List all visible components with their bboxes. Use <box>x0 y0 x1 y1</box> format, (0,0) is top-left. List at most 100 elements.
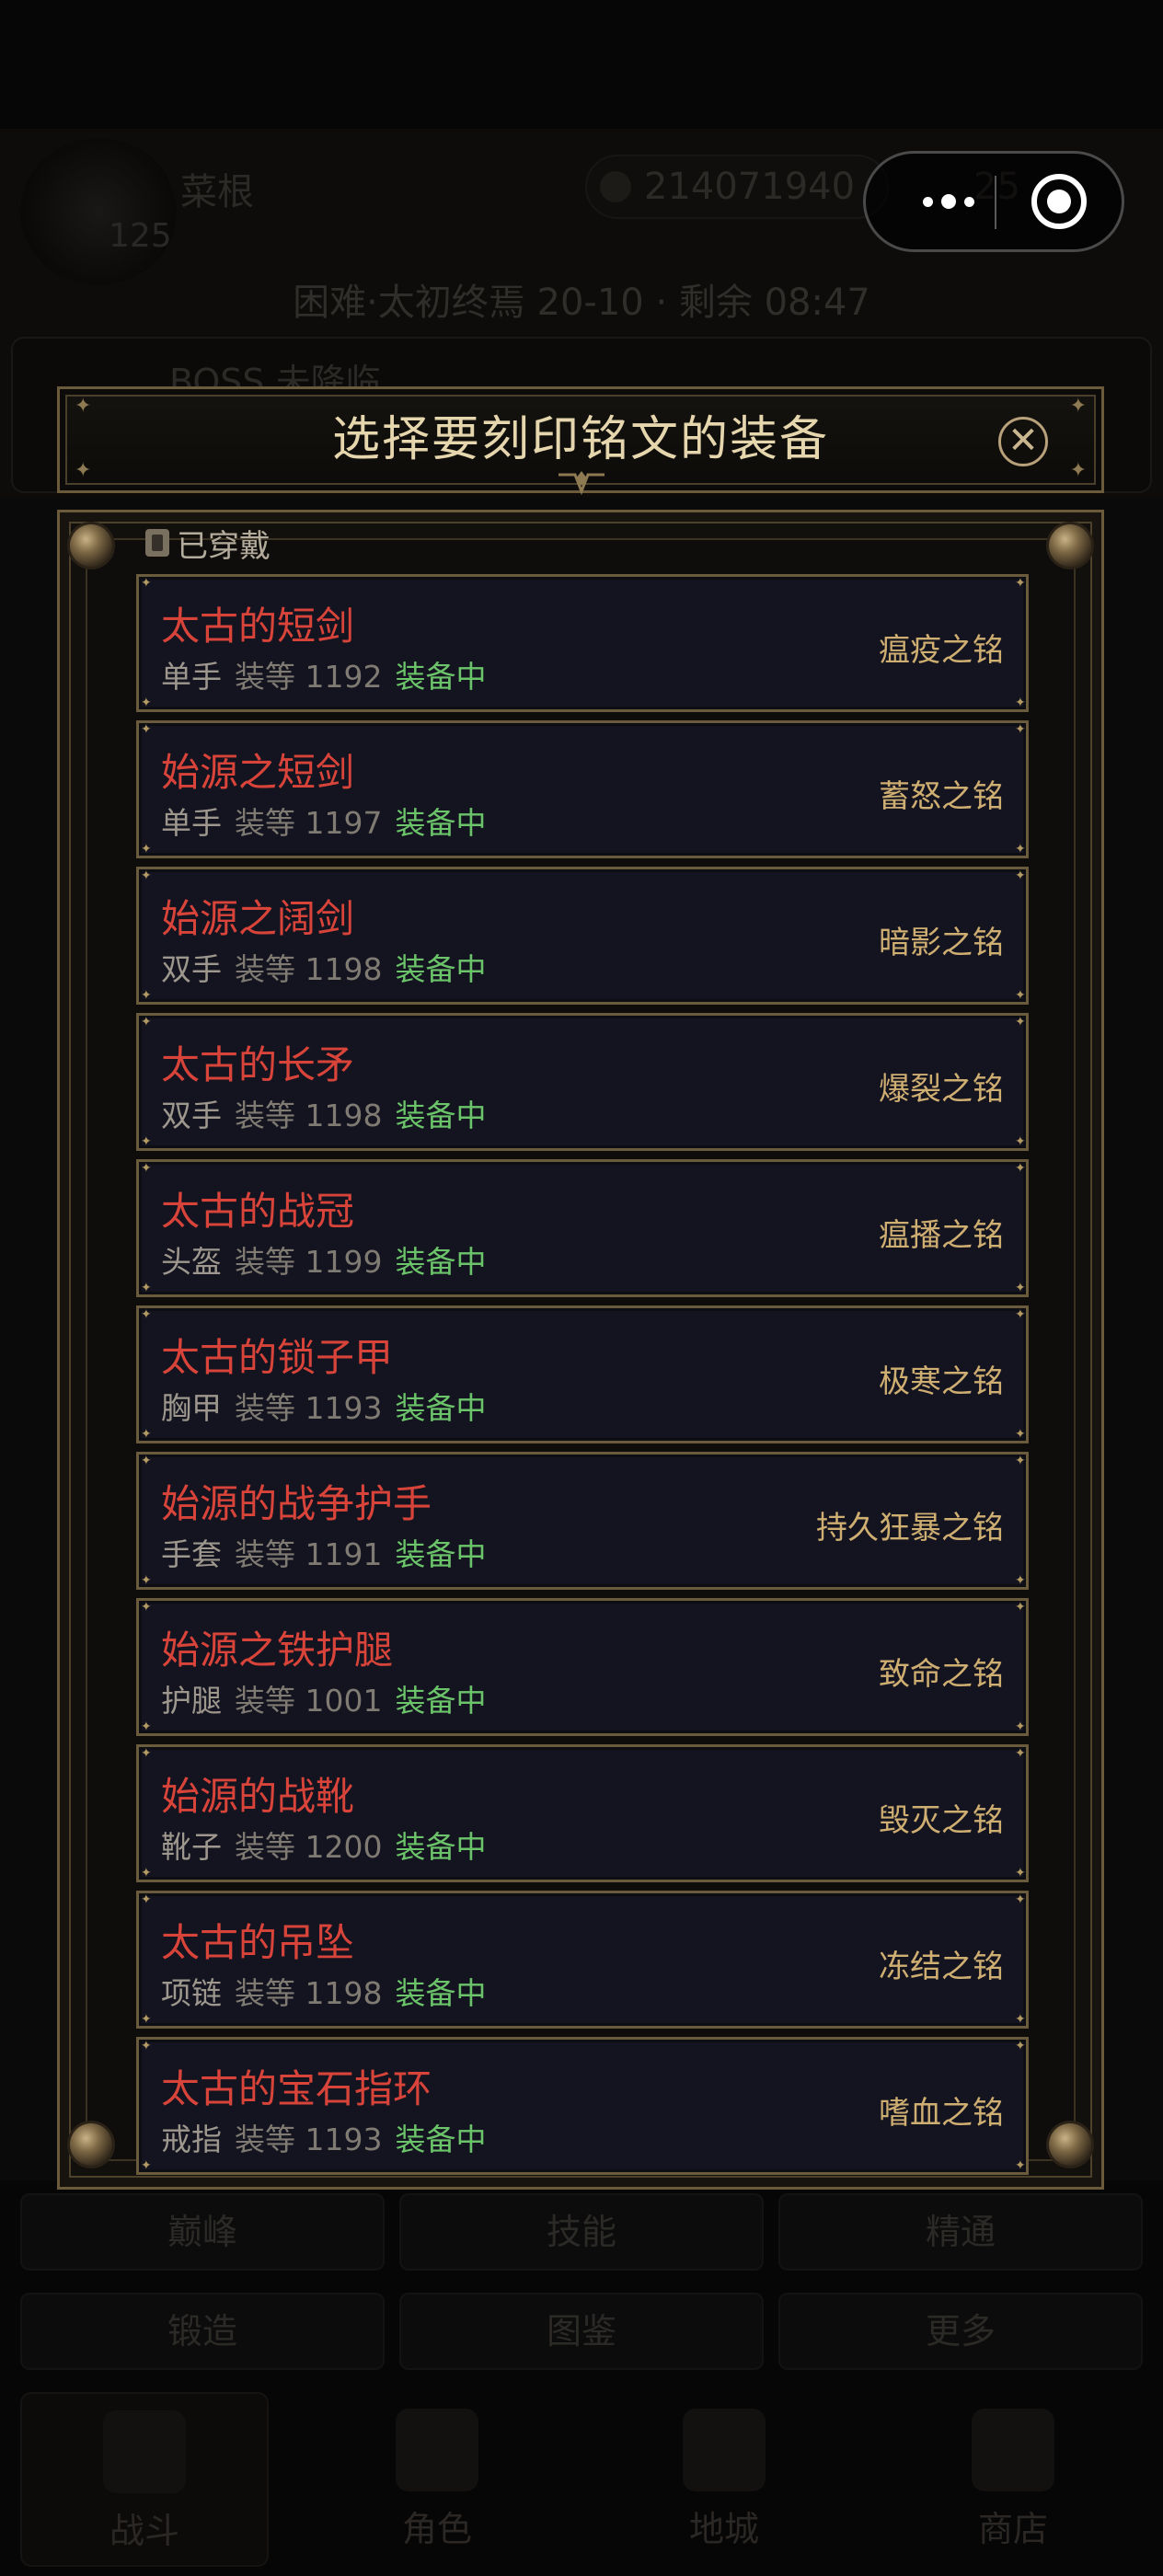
corner-tick-icon: ✦ <box>141 842 152 857</box>
corner-tick-icon: ✦ <box>1015 1746 1026 1761</box>
item-meta: 戒指 装等 1193 装备中 <box>161 2115 486 2159</box>
item-slot: 单手 <box>161 659 222 695</box>
corner-tick-icon: ✦ <box>141 722 152 737</box>
item-level: 装等 1199 <box>235 1244 383 1280</box>
corner-tick-icon: ✦ <box>1015 2039 1026 2053</box>
item-slot: 靴子 <box>161 1829 222 1865</box>
item-slot: 双手 <box>161 1098 222 1133</box>
corner-tick-icon: ✦ <box>1015 1719 1026 1734</box>
corner-tick-icon: ✦ <box>141 1746 152 1761</box>
corner-tick-icon: ✦ <box>141 1307 152 1322</box>
corner-tick-icon: ✦ <box>1015 842 1026 857</box>
item-meta: 双手 装等 1198 装备中 <box>161 1091 486 1135</box>
tab-shop: 商店 <box>889 2392 1137 2567</box>
item-name: 太古的宝石指环 <box>161 2066 432 2111</box>
corner-tick-icon: ✦ <box>1015 1281 1026 1295</box>
corner-ornament-icon: ✦ <box>75 459 92 482</box>
corner-tick-icon: ✦ <box>141 1281 152 1295</box>
corner-tick-icon: ✦ <box>141 1719 152 1734</box>
item-slot: 项链 <box>161 1975 222 2011</box>
game-screen: 菜根 125 214071940 25 困难·太初终焉 20-10 · 剩余 0… <box>0 0 1163 2576</box>
tab-dungeon: 地城 <box>600 2392 848 2567</box>
corner-tick-icon: ✦ <box>141 1573 152 1588</box>
corner-tick-icon: ✦ <box>141 1600 152 1615</box>
corner-tick-icon: ✦ <box>1015 1892 1026 1907</box>
tab-character: 角色 <box>313 2392 561 2567</box>
capsule-divider <box>995 176 996 229</box>
corner-tick-icon: ✦ <box>1015 1015 1026 1029</box>
item-meta: 护腿 装等 1001 装备中 <box>161 1676 486 1720</box>
menu-more-button: 更多 <box>778 2293 1143 2370</box>
equipped-status: 装备中 <box>395 1390 487 1426</box>
corner-tick-icon: ✦ <box>1015 1161 1026 1176</box>
corner-tick-icon: ✦ <box>1015 1573 1026 1588</box>
item-meta: 项链 装等 1198 装备中 <box>161 1969 486 2013</box>
item-name: 始源的战靴 <box>161 1774 355 1819</box>
corner-tick-icon: ✦ <box>141 1454 152 1468</box>
corner-tick-icon: ✦ <box>141 576 152 591</box>
menu-peak-button: 巅峰 <box>20 2193 385 2271</box>
section-title: 已穿戴 <box>177 527 271 565</box>
equipment-list[interactable]: ✦ ✦ ✦ ✦ 太古的短剑 单手 装等 1192 装备中 瘟疫之铭 ✦ ✦ ✦ ✦ … <box>136 574 1029 2190</box>
corner-tick-icon: ✦ <box>1015 1866 1026 1880</box>
equipment-item[interactable]: ✦ ✦ ✦ ✦ 始源的战靴 靴子 装等 1200 装备中 毁灭之铭 <box>136 1744 1029 1882</box>
item-name: 太古的短剑 <box>161 604 355 649</box>
frame-stud <box>1049 524 1091 567</box>
item-inscription: 嗜血之铭 <box>879 2095 1004 2132</box>
corner-tick-icon: ✦ <box>141 988 152 1003</box>
corner-tick-icon: ✦ <box>1015 1454 1026 1468</box>
frame-stud <box>1049 2123 1091 2166</box>
item-slot: 手套 <box>161 1536 222 1572</box>
corner-tick-icon: ✦ <box>141 1892 152 1907</box>
item-meta: 手套 装等 1191 装备中 <box>161 1530 486 1574</box>
tab-label: 战斗 <box>109 2511 179 2551</box>
equipment-item[interactable]: ✦ ✦ ✦ ✦ 始源之铁护腿 护腿 装等 1001 装备中 致命之铭 <box>136 1598 1029 1736</box>
equipped-status: 装备中 <box>395 951 487 987</box>
tab-label: 角色 <box>401 2509 472 2549</box>
item-inscription: 致命之铭 <box>879 1656 1004 1693</box>
equipment-item[interactable]: ✦ ✦ ✦ ✦ 始源之阔剑 双手 装等 1198 装备中 暗影之铭 <box>136 867 1029 1005</box>
tab-label: 商店 <box>977 2509 1048 2549</box>
menu-mastery-button: 精通 <box>778 2193 1143 2271</box>
section-header-equipped: 已穿戴 <box>145 523 271 565</box>
corner-tick-icon: ✦ <box>1015 1307 1026 1322</box>
item-slot: 头盔 <box>161 1244 222 1280</box>
corner-tick-icon: ✦ <box>1015 988 1026 1003</box>
castle-gate-icon <box>683 2409 766 2491</box>
corner-tick-icon: ✦ <box>141 1134 152 1149</box>
equipped-status: 装备中 <box>395 1829 487 1865</box>
item-meta: 头盔 装等 1199 装备中 <box>161 1237 486 1282</box>
equipment-item[interactable]: ✦ ✦ ✦ ✦ 太古的短剑 单手 装等 1192 装备中 瘟疫之铭 <box>136 574 1029 712</box>
equipment-item[interactable]: ✦ ✦ ✦ ✦ 始源的战争护手 手套 装等 1191 装备中 持久狂暴之铭 <box>136 1452 1029 1590</box>
item-inscription: 蓄怒之铭 <box>879 778 1004 815</box>
corner-tick-icon: ✦ <box>1015 868 1026 883</box>
corner-tick-icon: ✦ <box>1015 696 1026 710</box>
item-level: 装等 1198 <box>235 1975 383 2011</box>
equipment-item[interactable]: ✦ ✦ ✦ ✦ 太古的宝石指环 戒指 装等 1193 装备中 嗜血之铭 <box>136 2037 1029 2175</box>
item-name: 始源之铁护腿 <box>161 1627 394 1673</box>
item-level: 装等 1193 <box>235 1390 383 1426</box>
item-level: 装等 1001 <box>235 1683 383 1719</box>
corner-ornament-icon: ✦ <box>1069 395 1087 418</box>
close-miniprogram-icon[interactable] <box>1031 174 1087 229</box>
equipment-item[interactable]: ✦ ✦ ✦ ✦ 太古的长矛 双手 装等 1198 装备中 爆裂之铭 <box>136 1013 1029 1151</box>
item-inscription: 毁灭之铭 <box>879 1802 1004 1839</box>
close-icon[interactable]: ✕ <box>998 417 1048 466</box>
item-slot: 护腿 <box>161 1683 222 1719</box>
corner-tick-icon: ✦ <box>141 2039 152 2053</box>
equipment-item[interactable]: ✦ ✦ ✦ ✦ 太古的吊坠 项链 装等 1198 装备中 冻结之铭 <box>136 1891 1029 2029</box>
equipment-item[interactable]: ✦ ✦ ✦ ✦ 太古的战冠 头盔 装等 1199 装备中 瘟播之铭 <box>136 1159 1029 1297</box>
chest-icon <box>972 2409 1054 2491</box>
player-avatar <box>20 138 177 285</box>
item-slot: 戒指 <box>161 2122 222 2157</box>
corner-tick-icon: ✦ <box>141 1866 152 1880</box>
item-name: 始源之阔剑 <box>161 896 355 941</box>
item-inscription: 冻结之铭 <box>879 1949 1004 1985</box>
more-options-icon[interactable] <box>903 154 995 249</box>
player-name: 菜根 <box>180 171 254 213</box>
title-ornament-icon <box>558 471 605 495</box>
item-meta: 单手 装等 1197 装备中 <box>161 799 486 843</box>
equipment-item[interactable]: ✦ ✦ ✦ ✦ 始源之短剑 单手 装等 1197 装备中 蓄怒之铭 <box>136 720 1029 858</box>
item-inscription: 极寒之铭 <box>879 1363 1004 1400</box>
equipment-item[interactable]: ✦ ✦ ✦ ✦ 太古的锁子甲 胸甲 装等 1193 装备中 极寒之铭 <box>136 1305 1029 1443</box>
